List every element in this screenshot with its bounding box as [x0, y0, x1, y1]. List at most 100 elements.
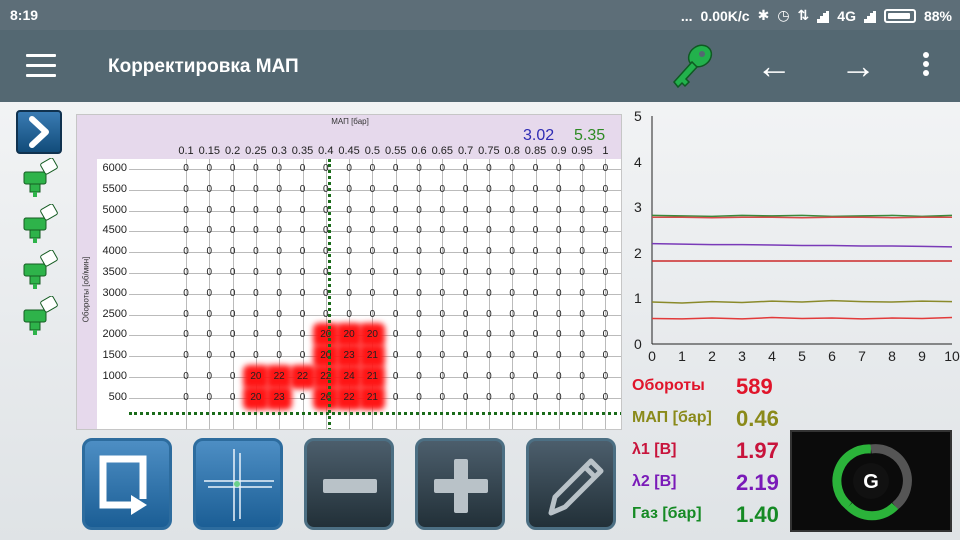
map-cell[interactable]: 0 [479, 266, 499, 280]
map-cell[interactable]: 0 [526, 266, 546, 280]
map-cell[interactable]: 0 [502, 224, 522, 238]
map-cell[interactable]: 0 [572, 224, 592, 238]
map-cell[interactable]: 0 [572, 245, 592, 259]
map-cell[interactable]: 0 [502, 245, 522, 259]
map-cell[interactable]: 0 [502, 183, 522, 197]
map-cell[interactable]: 0 [269, 308, 289, 322]
map-cell[interactable]: 0 [409, 349, 429, 363]
map-cell[interactable]: 0 [595, 391, 615, 405]
map-cell[interactable]: 22 [316, 370, 336, 384]
map-cell[interactable]: 0 [409, 245, 429, 259]
map-cell[interactable]: 0 [223, 245, 243, 259]
map-cell[interactable]: 0 [409, 204, 429, 218]
map-cell[interactable]: 0 [246, 224, 266, 238]
map-cell[interactable]: 0 [176, 370, 196, 384]
map-cell[interactable]: 20 [246, 370, 266, 384]
map-cell[interactable]: 0 [409, 183, 429, 197]
map-cell[interactable]: 0 [176, 204, 196, 218]
map-cell[interactable]: 0 [339, 245, 359, 259]
map-cell[interactable]: 0 [246, 328, 266, 342]
arrow-forward-icon[interactable]: → [838, 48, 878, 84]
map-cell[interactable]: 0 [246, 266, 266, 280]
map-cell[interactable]: 0 [316, 224, 336, 238]
map-cell[interactable]: 0 [572, 391, 592, 405]
map-cell[interactable]: 0 [223, 370, 243, 384]
map-cell[interactable]: 0 [362, 224, 382, 238]
map-cell[interactable]: 0 [339, 308, 359, 322]
map-cell[interactable]: 0 [409, 308, 429, 322]
map-cell[interactable]: 0 [456, 224, 476, 238]
map-cell[interactable]: 0 [502, 308, 522, 322]
map-cell[interactable]: 0 [549, 204, 569, 218]
map-cell[interactable]: 0 [316, 245, 336, 259]
map-cell[interactable]: 0 [456, 162, 476, 176]
map-cell[interactable]: 0 [339, 287, 359, 301]
map-cell[interactable]: 20 [362, 328, 382, 342]
map-cell[interactable]: 0 [479, 204, 499, 218]
map-cell[interactable]: 22 [269, 370, 289, 384]
map-cell[interactable]: 21 [362, 349, 382, 363]
map-cell[interactable]: 0 [386, 349, 406, 363]
map-cell[interactable]: 0 [502, 287, 522, 301]
map-cell[interactable]: 20 [246, 391, 266, 405]
map-cell[interactable]: 0 [199, 308, 219, 322]
map-cell[interactable]: 0 [386, 287, 406, 301]
map-cell[interactable]: 0 [432, 183, 452, 197]
map-cell[interactable]: 20 [316, 349, 336, 363]
map-cell[interactable]: 0 [293, 287, 313, 301]
map-cell[interactable]: 0 [549, 349, 569, 363]
map-cell[interactable]: 0 [362, 266, 382, 280]
map-correction-table[interactable]: МАП [бар] Обороты [об/мин] 3.02 5.35 0.1… [76, 114, 622, 430]
map-cell[interactable]: 0 [246, 162, 266, 176]
map-cell[interactable]: 0 [456, 308, 476, 322]
map-cell[interactable]: 0 [176, 245, 196, 259]
map-cell[interactable]: 0 [549, 287, 569, 301]
map-cell[interactable]: 0 [409, 224, 429, 238]
map-cell[interactable]: 0 [432, 287, 452, 301]
map-cell[interactable]: 0 [293, 204, 313, 218]
map-cell[interactable]: 0 [223, 266, 243, 280]
map-cell[interactable]: 0 [339, 224, 359, 238]
map-cell[interactable]: 22 [293, 370, 313, 384]
map-cell[interactable]: 24 [339, 370, 359, 384]
map-cell[interactable]: 0 [293, 266, 313, 280]
map-cell[interactable]: 0 [572, 328, 592, 342]
map-cell[interactable]: 0 [479, 308, 499, 322]
injector-icon-2[interactable] [22, 204, 60, 244]
map-cell[interactable]: 0 [316, 266, 336, 280]
map-cell[interactable]: 0 [526, 204, 546, 218]
menu-icon[interactable] [26, 54, 56, 78]
map-cell[interactable]: 0 [549, 370, 569, 384]
map-cell[interactable]: 0 [479, 287, 499, 301]
export-button[interactable] [82, 438, 172, 530]
map-cell[interactable]: 0 [549, 308, 569, 322]
map-cell[interactable]: 20 [316, 328, 336, 342]
map-cell[interactable]: 20 [339, 328, 359, 342]
map-cell[interactable]: 0 [456, 349, 476, 363]
injector-icon-3[interactable] [22, 250, 60, 290]
map-cell[interactable]: 0 [456, 370, 476, 384]
map-cell[interactable]: 0 [479, 391, 499, 405]
map-cell[interactable]: 0 [549, 183, 569, 197]
map-cell[interactable]: 21 [362, 370, 382, 384]
increase-button[interactable] [415, 438, 505, 530]
map-cell[interactable]: 0 [595, 349, 615, 363]
map-cell[interactable]: 0 [549, 391, 569, 405]
map-cell[interactable]: 0 [199, 391, 219, 405]
map-cell[interactable]: 0 [456, 287, 476, 301]
map-cell[interactable]: 0 [223, 287, 243, 301]
map-cell[interactable]: 0 [199, 245, 219, 259]
map-cell[interactable]: 0 [479, 328, 499, 342]
map-cell[interactable]: 0 [526, 370, 546, 384]
map-cell[interactable]: 0 [176, 266, 196, 280]
map-cell[interactable]: 0 [176, 162, 196, 176]
map-cell[interactable]: 0 [572, 349, 592, 363]
map-cell[interactable]: 0 [223, 349, 243, 363]
map-cell[interactable]: 0 [526, 245, 546, 259]
map-cell[interactable]: 0 [176, 391, 196, 405]
map-cell[interactable]: 0 [199, 162, 219, 176]
map-cell[interactable]: 0 [386, 328, 406, 342]
map-cell[interactable]: 23 [269, 391, 289, 405]
map-cell[interactable]: 0 [316, 204, 336, 218]
map-cell[interactable]: 0 [293, 328, 313, 342]
